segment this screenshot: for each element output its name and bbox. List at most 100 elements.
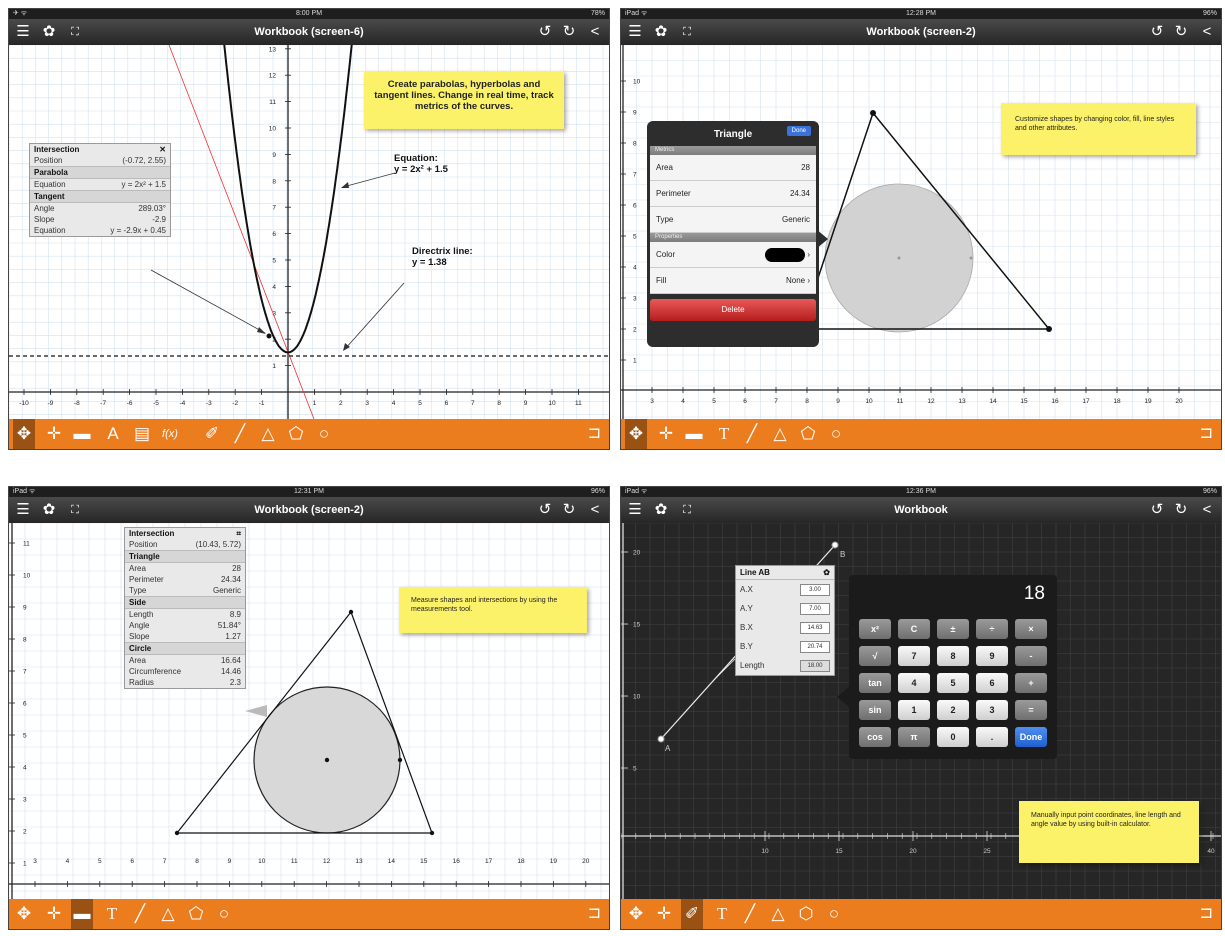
point-b[interactable] (831, 541, 839, 549)
point-tool-icon[interactable]: ✛ (655, 419, 677, 449)
ay-field[interactable]: 7.00 (800, 603, 830, 615)
intersection-point[interactable] (266, 333, 272, 339)
undo-icon[interactable]: ↺ (1147, 497, 1167, 523)
hexagon-tool-icon[interactable]: ⬡ (795, 899, 817, 929)
undo-icon[interactable]: ↺ (535, 19, 555, 45)
vertex-point[interactable] (1046, 326, 1052, 332)
share-icon[interactable]: < (585, 19, 605, 45)
line-tool-icon[interactable]: ╱ (129, 899, 151, 929)
exit-icon[interactable]: ⊐ (588, 899, 601, 929)
calc-key[interactable]: x² (859, 619, 891, 639)
text-tool-icon[interactable]: A (102, 419, 124, 449)
share-icon[interactable]: < (1197, 19, 1217, 45)
vertex-point[interactable] (870, 110, 876, 116)
vertex-point[interactable] (429, 830, 435, 836)
measure-tool-icon[interactable]: ▬ (683, 419, 705, 449)
calc-key[interactable]: √ (859, 646, 891, 666)
gear-icon[interactable]: ✿ (823, 566, 830, 579)
calc-key[interactable]: 3 (976, 700, 1008, 720)
move-tool-icon[interactable]: ✥ (625, 419, 647, 449)
redo-icon[interactable]: ↻ (559, 497, 579, 523)
color-swatch[interactable] (765, 247, 806, 262)
calc-key[interactable]: cos (859, 727, 891, 747)
calc-key[interactable]: × (1015, 619, 1047, 639)
point-tool-icon[interactable]: ✛ (653, 899, 675, 929)
bx-field[interactable]: 14.63 (800, 622, 830, 634)
calc-key[interactable]: 1 (898, 700, 930, 720)
exit-icon[interactable]: ⊐ (1200, 899, 1213, 929)
calc-key[interactable]: . (976, 727, 1008, 747)
graph-canvas[interactable]: 3 4 5 6 7 8 9 10 11 12 13 14 15 16 17 18 19 20 1 2 3 4 5 6 7 8 9 10… (621, 45, 1221, 419)
graph-canvas[interactable]: 3 4 5 6 7 8 9 10 11 12 13 14 15 16 17 18 19 20 1 2 3 4 5 6 7 8 9 10… (9, 523, 609, 899)
color-row[interactable]: Color › (650, 242, 816, 268)
calc-key[interactable]: ± (937, 619, 969, 639)
measure-tool-icon[interactable]: ▬ (71, 419, 93, 449)
calc-key[interactable]: 2 (937, 700, 969, 720)
calc-key[interactable]: ÷ (976, 619, 1008, 639)
tangent-line[interactable] (168, 45, 315, 419)
calc-key[interactable]: 9 (976, 646, 1008, 666)
calc-key[interactable]: sin (859, 700, 891, 720)
function-tool-icon[interactable]: f(x) (159, 419, 181, 449)
calc-key[interactable]: π (898, 727, 930, 747)
redo-icon[interactable]: ↻ (559, 19, 579, 45)
graph-canvas[interactable]: -10 -9 -8 -7 -6 -5 -4 -3 -2 -1 1 2 3 4 5 6 7 8 9 10 11 1 2 3 4 5 6… (9, 45, 609, 419)
calc-key[interactable]: 6 (976, 673, 1008, 693)
calc-key[interactable]: + (1015, 673, 1047, 693)
calc-key[interactable]: = (1015, 700, 1047, 720)
circle-tool-icon[interactable]: ○ (825, 419, 847, 449)
pen-tool-icon[interactable]: ✐ (681, 899, 703, 929)
move-tool-icon[interactable]: ✥ (13, 899, 35, 929)
exit-icon[interactable]: ⊐ (1200, 419, 1213, 449)
calc-key[interactable]: 4 (898, 673, 930, 693)
share-icon[interactable]: < (585, 497, 605, 523)
point-a[interactable] (657, 735, 665, 743)
undo-icon[interactable]: ↺ (1147, 19, 1167, 45)
polygon-tool-icon[interactable]: ⬠ (185, 899, 207, 929)
redo-icon[interactable]: ↻ (1171, 497, 1191, 523)
calc-key[interactable]: 8 (937, 646, 969, 666)
length-field[interactable]: 18.00 (800, 660, 830, 672)
line-tool-icon[interactable]: ╱ (229, 419, 251, 449)
measure-tool-icon[interactable]: ▬ (71, 899, 93, 929)
circle-tool-icon[interactable]: ○ (213, 899, 235, 929)
polygon-tool-icon[interactable]: ⬠ (797, 419, 819, 449)
move-tool-icon[interactable]: ✥ (13, 419, 35, 449)
ax-field[interactable]: 3.00 (800, 584, 830, 596)
vertex-point[interactable] (174, 830, 180, 836)
text-tool-icon[interactable]: T (101, 899, 123, 929)
share-icon[interactable]: < (1197, 497, 1217, 523)
line-tool-icon[interactable]: ╱ (741, 419, 763, 449)
pin-icon[interactable]: ⌗ (236, 528, 241, 539)
text-tool-icon[interactable]: T (711, 899, 733, 929)
close-icon[interactable]: ✕ (159, 144, 166, 155)
triangle-tool-icon[interactable]: △ (157, 899, 179, 929)
triangle-tool-icon[interactable]: △ (767, 899, 789, 929)
calc-key[interactable]: Done (1015, 727, 1047, 747)
triangle-tool-icon[interactable]: △ (257, 419, 279, 449)
calc-key[interactable]: tan (859, 673, 891, 693)
polygon-tool-icon[interactable]: ⬠ (285, 419, 307, 449)
circle-tool-icon[interactable]: ○ (823, 899, 845, 929)
point-tool-icon[interactable]: ✛ (43, 419, 65, 449)
circle-tool-icon[interactable]: ○ (313, 419, 335, 449)
calc-key[interactable]: - (1015, 646, 1047, 666)
done-button[interactable]: Done (786, 126, 811, 136)
delete-button[interactable]: Delete (650, 299, 816, 321)
undo-icon[interactable]: ↺ (535, 497, 555, 523)
vertex-point[interactable] (348, 609, 354, 615)
pen-tool-icon[interactable]: ✐ (201, 419, 223, 449)
triangle-tool-icon[interactable]: △ (769, 419, 791, 449)
calc-key[interactable]: 7 (898, 646, 930, 666)
point-tool-icon[interactable]: ✛ (43, 899, 65, 929)
calc-key[interactable]: 0 (937, 727, 969, 747)
by-field[interactable]: 20.74 (800, 641, 830, 653)
calc-key[interactable]: C (898, 619, 930, 639)
exit-icon[interactable]: ⊐ (588, 419, 601, 449)
move-tool-icon[interactable]: ✥ (625, 899, 647, 929)
graph-canvas[interactable]: 101520253035405101520 A B Line AB✿ A.X3.… (621, 523, 1221, 899)
text-tool-icon[interactable]: T (713, 419, 735, 449)
calc-key[interactable]: 5 (937, 673, 969, 693)
fill-row[interactable]: Fill None › (650, 268, 816, 294)
redo-icon[interactable]: ↻ (1171, 19, 1191, 45)
